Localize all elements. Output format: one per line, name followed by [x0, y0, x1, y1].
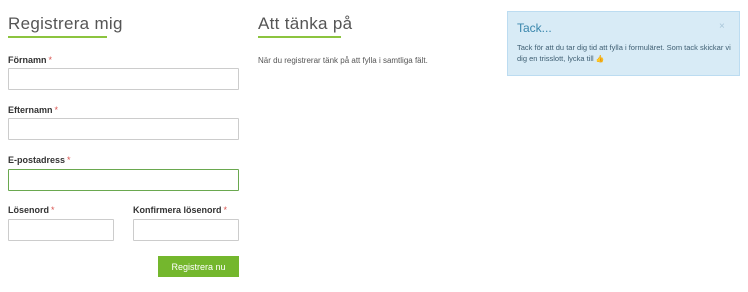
think-heading-underline [258, 36, 341, 38]
firstname-label: Förnamn * [8, 55, 52, 65]
register-submit-button[interactable]: Registrera nu [158, 256, 239, 277]
email-label: E-postadress * [8, 155, 71, 165]
password-label-text: Lösenord [8, 205, 50, 215]
thanks-alert: Tack... × Tack för att du tar dig tid at… [507, 11, 740, 76]
required-mark: * [51, 205, 55, 215]
confirm-password-input[interactable] [133, 219, 239, 241]
required-mark: * [54, 105, 59, 115]
firstname-input[interactable] [8, 68, 239, 90]
alert-body-text: Tack för att du tar dig tid att fylla i … [517, 43, 731, 63]
email-label-text: E-postadress [8, 155, 66, 165]
required-mark: * [223, 205, 228, 215]
register-heading: Registrera mig [8, 14, 123, 33]
thumbs-up-icon: 👍 [595, 56, 605, 63]
password-label: Lösenord * [8, 205, 55, 215]
close-icon[interactable]: × [719, 21, 725, 32]
confirm-password-label: Konfirmera lösenord * [133, 205, 227, 215]
think-heading: Att tänka på [258, 14, 353, 33]
email-input[interactable] [8, 169, 239, 191]
lastname-input[interactable] [8, 118, 239, 140]
alert-title: Tack... [517, 21, 552, 35]
alert-body: Tack för att du tar dig tid att fylla i … [517, 42, 735, 65]
register-heading-underline [8, 36, 107, 38]
confirm-password-label-text: Konfirmera lösenord [133, 205, 222, 215]
required-mark: * [67, 155, 71, 165]
lastname-label-text: Efternamn [8, 105, 53, 115]
password-input[interactable] [8, 219, 114, 241]
lastname-label: Efternamn * [8, 105, 58, 115]
required-mark: * [48, 55, 53, 65]
firstname-label-text: Förnamn [8, 55, 47, 65]
think-text: När du registrerar tänk på att fylla i s… [258, 56, 428, 65]
